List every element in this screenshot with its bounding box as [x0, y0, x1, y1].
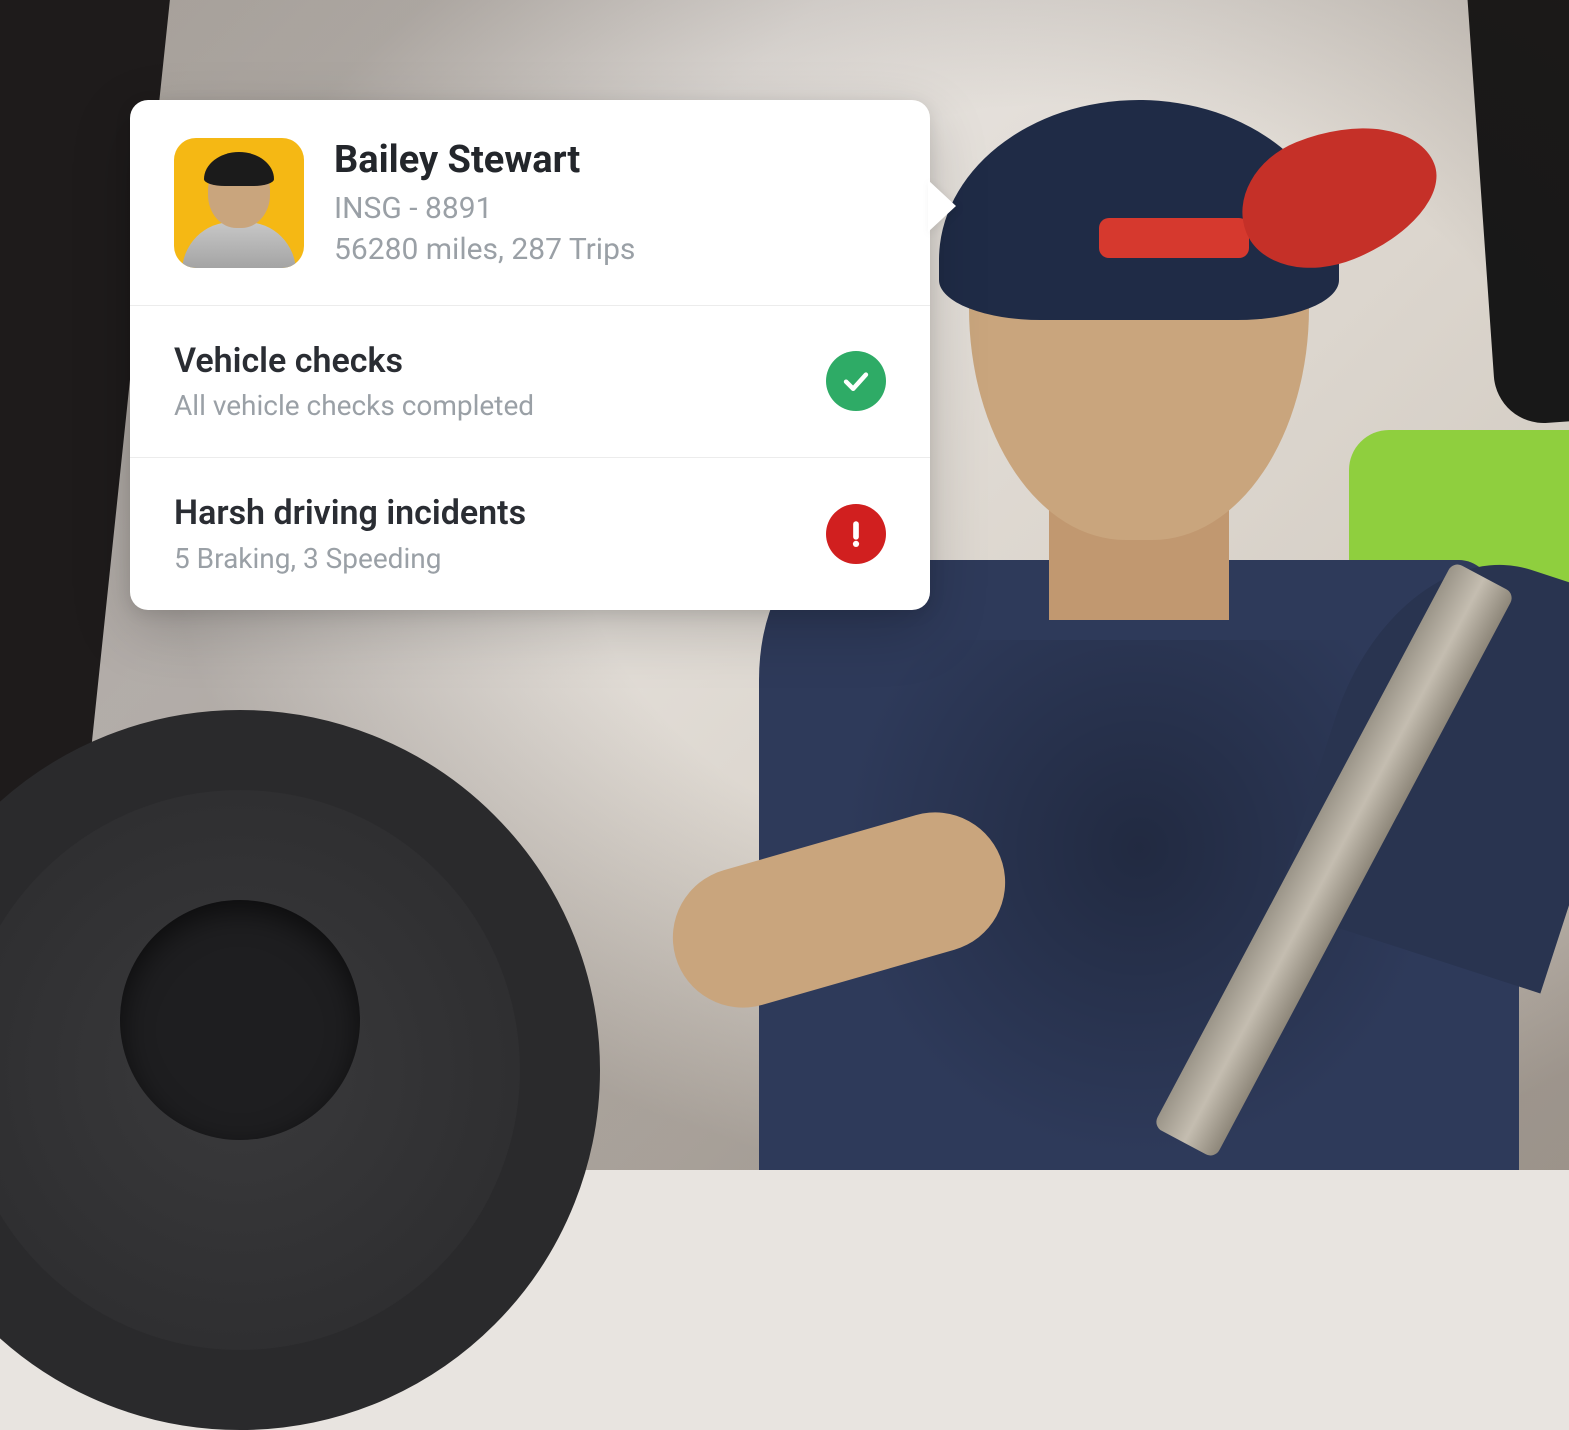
alert-danger-icon	[826, 504, 886, 564]
harsh-driving-title: Harsh driving incidents	[174, 492, 806, 535]
vehicle-checks-row[interactable]: Vehicle checks All vehicle checks comple…	[130, 305, 930, 458]
driver-id: INSG - 8891	[334, 190, 886, 228]
vehicle-checks-title: Vehicle checks	[174, 340, 806, 383]
driver-avatar[interactable]	[174, 138, 304, 268]
harsh-driving-subtitle: 5 Braking, 3 Speeding	[174, 541, 806, 576]
vehicle-checks-subtitle: All vehicle checks completed	[174, 388, 806, 423]
driver-stats: 56280 miles, 287 Trips	[334, 231, 886, 269]
driver-name: Bailey Stewart	[334, 138, 886, 184]
check-success-icon	[826, 351, 886, 411]
harsh-driving-row[interactable]: Harsh driving incidents 5 Braking, 3 Spe…	[130, 457, 930, 610]
card-header: Bailey Stewart INSG - 8891 56280 miles, …	[130, 100, 930, 305]
driver-info-card[interactable]: Bailey Stewart INSG - 8891 56280 miles, …	[130, 100, 930, 610]
